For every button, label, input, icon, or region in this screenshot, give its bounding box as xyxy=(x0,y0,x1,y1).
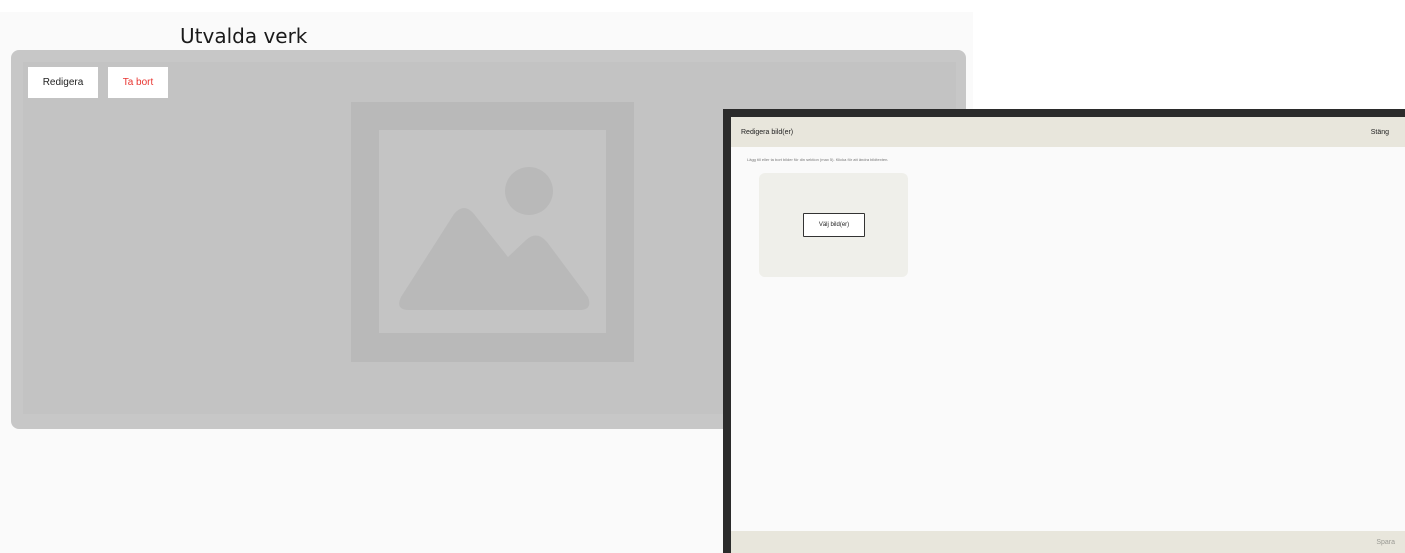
close-button[interactable]: Stäng xyxy=(1363,117,1397,147)
image-upload-area[interactable]: Välj bild(er) xyxy=(759,173,908,277)
modal-footer: Spara xyxy=(731,531,1405,553)
save-button[interactable]: Spara xyxy=(1376,539,1395,546)
choose-images-button[interactable]: Välj bild(er) xyxy=(803,213,865,237)
modal-help-text: Lägg till eller ta bort bilder för din s… xyxy=(747,157,889,162)
remove-button[interactable]: Ta bort xyxy=(108,67,168,98)
modal-title: Redigera bild(er) xyxy=(741,128,794,136)
edit-button[interactable]: Redigera xyxy=(28,67,98,98)
modal-body: Redigera bild(er) Stäng Lägg till eller … xyxy=(731,117,1405,553)
modal-header: Redigera bild(er) Stäng xyxy=(731,117,1405,147)
edit-images-modal: Redigera bild(er) Stäng Lägg till eller … xyxy=(723,109,1405,553)
image-placeholder-icon xyxy=(351,102,634,362)
section-title: Utvalda verk xyxy=(180,24,308,48)
